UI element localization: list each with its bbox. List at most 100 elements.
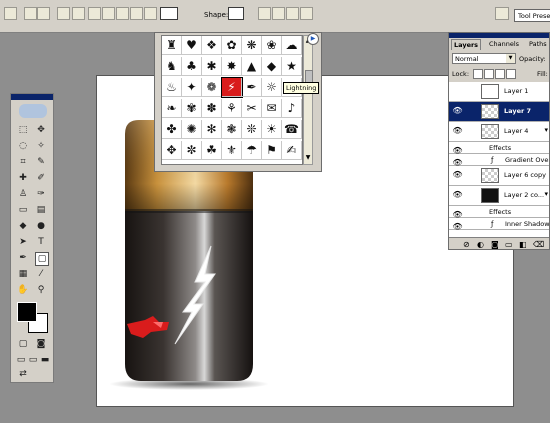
effects-toggle-icon[interactable]: ▾ [544,190,548,198]
shape-cell[interactable]: ❁ [202,78,222,97]
layer-row[interactable]: 👁 Layer 7 [449,102,549,122]
shape-cell[interactable]: ⚡ [221,77,243,98]
shape-cell[interactable]: ☁ [282,36,302,55]
pen-icon[interactable]: ✒ [17,252,29,264]
lock-transparency-icon[interactable] [473,69,483,79]
jump-to-imageready-icon[interactable]: ⇄ [17,368,29,380]
crop-icon[interactable]: ⌗ [17,156,29,168]
layer-row[interactable]: 👁 Layer 6 copy [449,166,549,186]
shape-cell[interactable]: ✤ [162,120,182,139]
adobe-online-icon[interactable] [19,104,47,118]
toolbox-titlebar[interactable] [11,94,53,100]
shape-cell[interactable]: ⚜ [222,141,242,160]
shape-cell[interactable]: ◆ [262,57,282,76]
shape-cell[interactable]: ✱ [202,57,222,76]
layer-row[interactable]: 👁 Layer 2 co... ▾ [449,186,549,206]
shape-cell[interactable]: ✂ [242,99,262,118]
shape-cell[interactable]: ❊ [242,120,262,139]
new-layer-icon[interactable]: ◧ [519,240,527,249]
tab-paths[interactable]: Paths [527,39,549,49]
shape-cell[interactable]: ❧ [162,99,182,118]
custom-shape-button[interactable] [160,7,178,20]
clone-stamp-icon[interactable]: ♙ [17,188,29,200]
shape-cell[interactable]: ✺ [182,120,202,139]
screen-mode-standard-icon[interactable]: ▭ [15,354,27,366]
paths-button[interactable] [37,7,50,20]
layers-panel-titlebar[interactable] [449,33,549,38]
slice-icon[interactable]: ✎ [35,156,47,168]
layer-effect-row[interactable]: 👁Gradient Overlayƒ [449,154,549,167]
path-selection-icon[interactable]: ➤ [17,236,29,248]
eyedropper-icon[interactable]: ⁄ [35,268,47,280]
blur-icon[interactable]: ◆ [17,220,29,232]
shape-cell[interactable]: ❀ [262,36,282,55]
layer-effect-row[interactable]: 👁 Inner Shadow ƒ [449,218,549,231]
marquee-icon[interactable]: ⬚ [17,124,29,136]
shape-cell[interactable]: ❖ [202,36,222,55]
freeform-pen-button[interactable] [72,7,85,20]
polygon-tool-button[interactable] [130,7,143,20]
shape-cell[interactable]: ★ [282,57,302,76]
quick-mask-icon[interactable]: ◙ [35,338,47,350]
shape-cell[interactable]: ❃ [222,120,242,139]
screen-mode-menu-icon[interactable]: ▭ [27,354,39,366]
screen-mode-full-icon[interactable]: ▬ [39,354,51,366]
shape-cell[interactable]: ♜ [162,36,182,55]
gradient-icon[interactable]: ▤ [35,204,47,216]
brush-icon[interactable]: ✐ [35,172,47,184]
lock-pixels-icon[interactable] [484,69,494,79]
effect-icon[interactable]: ƒ [491,156,493,164]
tool-presets-tab[interactable]: Tool Presets [514,9,550,22]
blend-mode-chevron-icon[interactable]: ▼ [506,54,515,63]
shape-cell[interactable]: ✒ [242,78,262,97]
add-layer-style-icon[interactable]: ◐ [477,240,484,249]
hand-icon[interactable]: ✋ [17,284,29,296]
eraser-icon[interactable]: ▭ [17,204,29,216]
shape-cell[interactable]: ⚘ [222,99,242,118]
dodge-icon[interactable]: ● [35,220,47,232]
shape-selector[interactable] [228,7,244,20]
tab-layers[interactable]: Layers [451,39,482,50]
shape-cell[interactable]: ❋ [242,36,262,55]
lasso-icon[interactable]: ◌ [17,140,29,152]
picker-menu-arrow-icon[interactable]: ▶ [307,33,319,45]
layer-effect-row[interactable]: 👁 Effects [449,142,549,155]
eye-icon[interactable]: 👁 [451,190,464,199]
shape-cell[interactable]: ☀ [262,120,282,139]
ellipse-tool-button[interactable] [116,7,129,20]
link-layers-icon[interactable]: ⊘ [463,240,470,249]
new-group-icon[interactable]: ▭ [505,240,513,249]
effects-toggle-icon[interactable]: ▾ [544,126,548,134]
delete-layer-icon[interactable]: ⌫ [533,240,544,249]
shape-cell[interactable]: ♨ [162,78,182,97]
combine-subtract-button[interactable] [272,7,285,20]
healing-brush-icon[interactable]: ✚ [17,172,29,184]
layer-row[interactable]: 👁Layer 1 [449,82,549,102]
shape-cell[interactable]: ☂ [242,141,262,160]
shape-cell[interactable]: ✍ [282,141,302,160]
eye-icon[interactable]: 👁 [451,126,464,135]
shape-layers-button[interactable] [24,7,37,20]
pen-tool-button[interactable] [57,7,70,20]
shape-cell[interactable]: ♣ [182,57,202,76]
lock-all-icon[interactable] [506,69,516,79]
shape-cell[interactable]: ⚑ [262,141,282,160]
shape-cell[interactable]: ☘ [202,141,222,160]
shape-cell[interactable]: ♥ [182,36,202,55]
lock-position-icon[interactable] [495,69,505,79]
combine-intersect-button[interactable] [286,7,299,20]
shape-cell[interactable]: ♪ [282,99,302,118]
effect-icon[interactable]: ƒ [491,220,493,228]
move-icon[interactable]: ✥ [35,124,47,136]
shape-cell[interactable]: ✼ [182,141,202,160]
custom-shape-icon[interactable]: ▢ [35,252,49,266]
tool-icon[interactable] [4,7,17,20]
shape-cell[interactable]: ♞ [162,57,182,76]
picker-scrollbar[interactable]: ▲ ▼ [303,35,313,165]
magic-wand-icon[interactable]: ✧ [35,140,47,152]
eye-icon[interactable]: 👁 [451,222,464,231]
layer-effect-row[interactable]: 👁 Effects [449,206,549,219]
shape-cell[interactable]: ✽ [202,99,222,118]
notes-icon[interactable]: ▦ [17,268,29,280]
combine-add-button[interactable] [258,7,271,20]
